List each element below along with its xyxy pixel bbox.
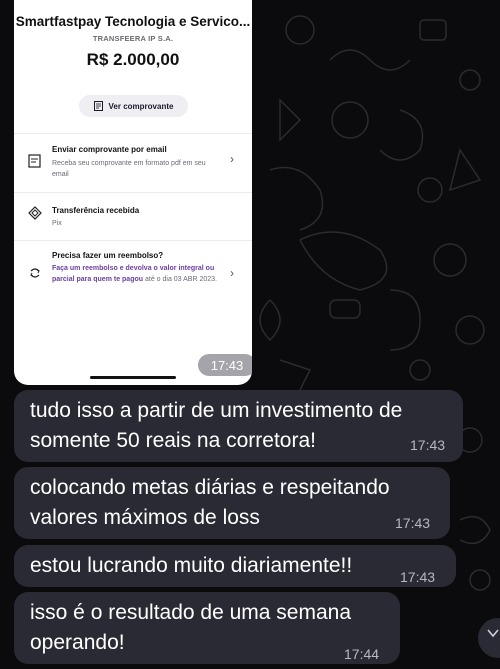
divider: [14, 192, 252, 193]
send-email-option[interactable]: Enviar comprovante por email Receba seu …: [14, 140, 252, 190]
transfer-received-title: Transferência recebida: [52, 206, 140, 215]
payer-company-name: Smartfastpay Tecnologia e Servico...: [15, 14, 251, 29]
refund-subtitle: Faça um reembolso e devolva o valor inte…: [52, 263, 222, 285]
home-indicator: [90, 376, 176, 379]
chat-message[interactable]: colocando metas diárias e respeitando va…: [14, 467, 450, 539]
chevron-right-icon: ›: [230, 152, 234, 166]
refund-subtitle-deadline: até o dia 03 ABR 2023.: [143, 276, 217, 283]
message-text: isso é o resultado de uma semana operand…: [30, 601, 352, 654]
message-time: 17:43: [400, 569, 436, 585]
transfer-amount: R$ 2.000,00: [86, 50, 180, 69]
bank-name: TRANSFEERA IP S.A.: [92, 34, 174, 43]
refund-option[interactable]: Precisa fazer um reembolso? Faça um reem…: [14, 246, 252, 306]
send-email-subtitle: Receba seu comprovante em formato pdf em…: [52, 160, 206, 178]
message-time: 17:43: [198, 354, 252, 376]
chat-message[interactable]: estou lucrando muito diariamente!! 17:43: [14, 545, 456, 587]
message-text: colocando metas diárias e respeitando va…: [30, 476, 390, 529]
chevron-down-icon: [487, 629, 499, 638]
message-time: 17:44: [344, 646, 380, 662]
divider: [14, 240, 252, 241]
refund-title: Precisa fazer um reembolso?: [52, 251, 164, 260]
transfer-received-subtitle: Pix: [52, 220, 62, 227]
pix-icon: [28, 206, 42, 220]
divider: [14, 133, 252, 134]
message-text: tudo isso a partir de um investimento de…: [30, 399, 403, 452]
message-text: estou lucrando muito diariamente!!: [30, 554, 353, 577]
chevron-right-icon: ›: [230, 266, 234, 280]
view-receipt-button[interactable]: Ver comprovante: [79, 95, 188, 117]
document-icon: [28, 154, 41, 168]
receipt-image-message[interactable]: Smartfastpay Tecnologia e Servico... TRA…: [14, 0, 252, 385]
chat-message[interactable]: isso é o resultado de uma semana operand…: [14, 592, 400, 664]
document-icon: [93, 101, 103, 111]
message-time: 17:43: [410, 437, 446, 453]
chat-message[interactable]: tudo isso a partir de um investimento de…: [14, 390, 463, 462]
refund-icon: [30, 268, 40, 278]
transfer-received-option: Transferência recebida Pix: [14, 198, 252, 238]
message-time: 17:43: [395, 515, 431, 531]
send-email-title: Enviar comprovante por email: [52, 145, 167, 154]
view-receipt-label: Ver comprovante: [108, 101, 174, 111]
